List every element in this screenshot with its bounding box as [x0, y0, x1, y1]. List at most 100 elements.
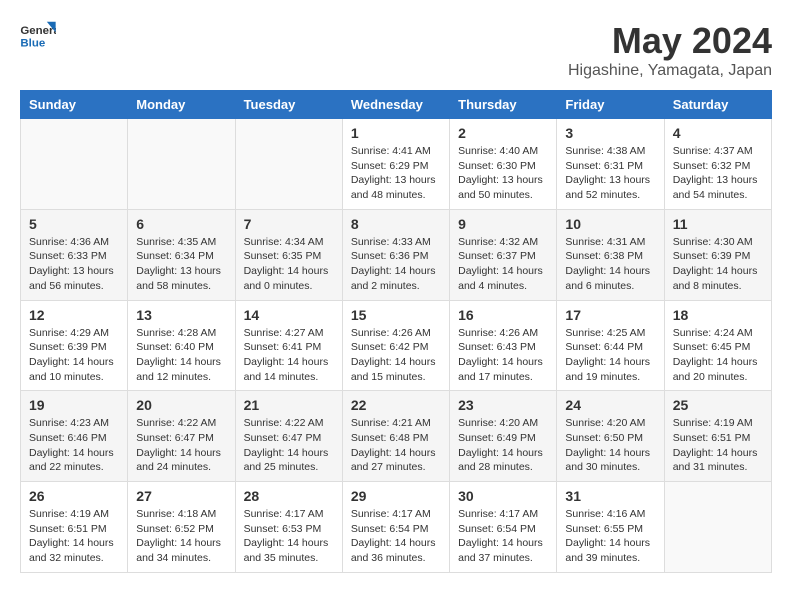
calendar-cell: 24 Sunrise: 4:20 AMSunset: 6:50 PMDayligh…	[557, 391, 664, 482]
calendar-cell: 17Sunrise: 4:25 AMSunset: 6:44 PMDayligh…	[557, 300, 664, 391]
day-info: Sunrise: 4:27 AMSunset: 6:41 PMDaylight:…	[244, 326, 334, 385]
day-info: Sunrise: 4:31 AMSunset: 6:38 PMDaylight:…	[565, 235, 655, 294]
day-number: 2	[458, 125, 548, 141]
day-number: 13	[136, 307, 226, 323]
day-number: 1	[351, 125, 441, 141]
calendar-cell: 16 Sunrise: 4:26 AMSunset: 6:43 PMDayligh…	[450, 300, 557, 391]
day-number: 22	[351, 397, 441, 413]
day-info: Sunrise: 4:28 AMSunset: 6:40 PMDaylight:…	[136, 326, 226, 385]
day-number: 9	[458, 216, 548, 232]
calendar-cell: 29 Sunrise: 4:17 AMSunset: 6:54 PMDayligh…	[342, 482, 449, 573]
day-number: 23	[458, 397, 548, 413]
calendar-cell: 31Sunrise: 4:16 AMSunset: 6:55 PMDayligh…	[557, 482, 664, 573]
day-number: 12	[29, 307, 119, 323]
calendar-cell: 25Sunrise: 4:19 AMSunset: 6:51 PMDayligh…	[664, 391, 771, 482]
day-info: Sunrise: 4:37 AMSunset: 6:32 PMDaylight:…	[673, 144, 763, 203]
calendar-cell: 30Sunrise: 4:17 AMSunset: 6:54 PMDayligh…	[450, 482, 557, 573]
calendar-header: SundayMondayTuesdayWednesdayThursdayFrid…	[21, 91, 772, 119]
day-info: Sunrise: 4:32 AMSunset: 6:37 PMDaylight:…	[458, 235, 548, 294]
page-header: General Blue May 2024 Higashine, Yamagat…	[20, 20, 772, 80]
calendar-cell: 10 Sunrise: 4:31 AMSunset: 6:38 PMDayligh…	[557, 209, 664, 300]
calendar-cell	[128, 119, 235, 210]
day-number: 25	[673, 397, 763, 413]
day-info: Sunrise: 4:22 AMSunset: 6:47 PMDaylight:…	[244, 416, 334, 475]
calendar-cell	[235, 119, 342, 210]
day-info: Sunrise: 4:20 AMSunset: 6:49 PMDaylight:…	[458, 416, 548, 475]
day-number: 5	[29, 216, 119, 232]
day-info: Sunrise: 4:26 AMSunset: 6:42 PMDaylight:…	[351, 326, 441, 385]
calendar-week-5: 26Sunrise: 4:19 AMSunset: 6:51 PMDayligh…	[21, 482, 772, 573]
calendar-cell: 14 Sunrise: 4:27 AMSunset: 6:41 PMDayligh…	[235, 300, 342, 391]
day-number: 17	[565, 307, 655, 323]
svg-text:Blue: Blue	[20, 37, 45, 49]
calendar-cell: 20Sunrise: 4:22 AMSunset: 6:47 PMDayligh…	[128, 391, 235, 482]
day-number: 3	[565, 125, 655, 141]
day-info: Sunrise: 4:26 AMSunset: 6:43 PMDaylight:…	[458, 326, 548, 385]
month-title: May 2024	[568, 20, 772, 62]
day-info: Sunrise: 4:19 AMSunset: 6:51 PMDaylight:…	[29, 507, 119, 566]
day-number: 21	[244, 397, 334, 413]
day-info: Sunrise: 4:22 AMSunset: 6:47 PMDaylight:…	[136, 416, 226, 475]
day-info: Sunrise: 4:18 AMSunset: 6:52 PMDaylight:…	[136, 507, 226, 566]
calendar-cell: 13 Sunrise: 4:28 AMSunset: 6:40 PMDayligh…	[128, 300, 235, 391]
svg-text:General: General	[20, 25, 56, 37]
day-number: 16	[458, 307, 548, 323]
day-number: 6	[136, 216, 226, 232]
day-info: Sunrise: 4:38 AMSunset: 6:31 PMDaylight:…	[565, 144, 655, 203]
day-info: Sunrise: 4:34 AMSunset: 6:35 PMDaylight:…	[244, 235, 334, 294]
day-number: 10	[565, 216, 655, 232]
weekday-header-monday: Monday	[128, 91, 235, 119]
day-number: 27	[136, 488, 226, 504]
day-info: Sunrise: 4:36 AMSunset: 6:33 PMDaylight:…	[29, 235, 119, 294]
weekday-header-thursday: Thursday	[450, 91, 557, 119]
calendar-cell: 7Sunrise: 4:34 AMSunset: 6:35 PMDaylight…	[235, 209, 342, 300]
day-number: 28	[244, 488, 334, 504]
day-number: 8	[351, 216, 441, 232]
calendar-cell	[664, 482, 771, 573]
weekday-header-row: SundayMondayTuesdayWednesdayThursdayFrid…	[21, 91, 772, 119]
day-number: 30	[458, 488, 548, 504]
calendar-week-3: 12 Sunrise: 4:29 AMSunset: 6:39 PMDayligh…	[21, 300, 772, 391]
day-info: Sunrise: 4:23 AMSunset: 6:46 PMDaylight:…	[29, 416, 119, 475]
calendar-week-1: 1 Sunrise: 4:41 AMSunset: 6:29 PMDaylight…	[21, 119, 772, 210]
day-number: 29	[351, 488, 441, 504]
calendar-cell: 1 Sunrise: 4:41 AMSunset: 6:29 PMDaylight…	[342, 119, 449, 210]
calendar-week-4: 19 Sunrise: 4:23 AMSunset: 6:46 PMDayligh…	[21, 391, 772, 482]
calendar-cell: 6 Sunrise: 4:35 AMSunset: 6:34 PMDaylight…	[128, 209, 235, 300]
calendar-cell: 26Sunrise: 4:19 AMSunset: 6:51 PMDayligh…	[21, 482, 128, 573]
day-info: Sunrise: 4:33 AMSunset: 6:36 PMDaylight:…	[351, 235, 441, 294]
calendar-cell: 18Sunrise: 4:24 AMSunset: 6:45 PMDayligh…	[664, 300, 771, 391]
calendar-cell: 11Sunrise: 4:30 AMSunset: 6:39 PMDayligh…	[664, 209, 771, 300]
calendar-cell: 22 Sunrise: 4:21 AMSunset: 6:48 PMDayligh…	[342, 391, 449, 482]
day-info: Sunrise: 4:17 AMSunset: 6:54 PMDaylight:…	[351, 507, 441, 566]
day-info: Sunrise: 4:21 AMSunset: 6:48 PMDaylight:…	[351, 416, 441, 475]
day-number: 11	[673, 216, 763, 232]
calendar-cell: 12 Sunrise: 4:29 AMSunset: 6:39 PMDayligh…	[21, 300, 128, 391]
day-number: 15	[351, 307, 441, 323]
day-info: Sunrise: 4:16 AMSunset: 6:55 PMDaylight:…	[565, 507, 655, 566]
day-info: Sunrise: 4:41 AMSunset: 6:29 PMDaylight:…	[351, 144, 441, 203]
day-number: 14	[244, 307, 334, 323]
logo: General Blue	[20, 20, 56, 50]
weekday-header-friday: Friday	[557, 91, 664, 119]
day-number: 4	[673, 125, 763, 141]
day-info: Sunrise: 4:29 AMSunset: 6:39 PMDaylight:…	[29, 326, 119, 385]
day-info: Sunrise: 4:17 AMSunset: 6:53 PMDaylight:…	[244, 507, 334, 566]
weekday-header-tuesday: Tuesday	[235, 91, 342, 119]
logo-icon: General Blue	[20, 20, 56, 50]
calendar-cell: 27 Sunrise: 4:18 AMSunset: 6:52 PMDayligh…	[128, 482, 235, 573]
day-info: Sunrise: 4:20 AMSunset: 6:50 PMDaylight:…	[565, 416, 655, 475]
calendar-cell: 15 Sunrise: 4:26 AMSunset: 6:42 PMDayligh…	[342, 300, 449, 391]
title-block: May 2024 Higashine, Yamagata, Japan	[568, 20, 772, 80]
calendar-cell: 2 Sunrise: 4:40 AMSunset: 6:30 PMDaylight…	[450, 119, 557, 210]
day-number: 19	[29, 397, 119, 413]
day-info: Sunrise: 4:35 AMSunset: 6:34 PMDaylight:…	[136, 235, 226, 294]
calendar-week-2: 5 Sunrise: 4:36 AMSunset: 6:33 PMDaylight…	[21, 209, 772, 300]
calendar-cell: 19 Sunrise: 4:23 AMSunset: 6:46 PMDayligh…	[21, 391, 128, 482]
calendar-cell: 8 Sunrise: 4:33 AMSunset: 6:36 PMDaylight…	[342, 209, 449, 300]
location: Higashine, Yamagata, Japan	[568, 62, 772, 80]
weekday-header-saturday: Saturday	[664, 91, 771, 119]
calendar-cell: 23 Sunrise: 4:20 AMSunset: 6:49 PMDayligh…	[450, 391, 557, 482]
day-info: Sunrise: 4:40 AMSunset: 6:30 PMDaylight:…	[458, 144, 548, 203]
day-number: 24	[565, 397, 655, 413]
